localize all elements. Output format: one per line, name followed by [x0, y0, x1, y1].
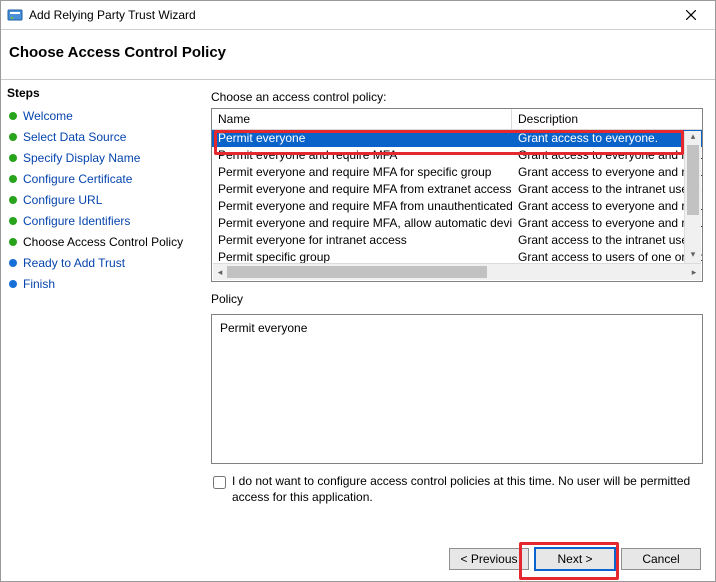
policy-row[interactable]: Permit everyone and require MFA from una…: [212, 198, 702, 215]
step-link[interactable]: Ready to Add Trust: [23, 256, 125, 271]
policy-listbox[interactable]: Name Description Permit everyone Grant a…: [211, 108, 703, 282]
step-configure-certificate[interactable]: Configure Certificate: [1, 169, 191, 190]
step-select-data-source[interactable]: Select Data Source: [1, 127, 191, 148]
step-specify-display-name[interactable]: Specify Display Name: [1, 148, 191, 169]
policy-row-desc: Grant access to everyone and requir: [512, 215, 702, 232]
wizard-footer: < Previous Next > Cancel: [1, 537, 715, 581]
policy-list-label: Choose an access control policy:: [211, 90, 703, 104]
policy-row-name: Permit everyone: [212, 130, 512, 147]
policy-row[interactable]: Permit everyone and require MFA Grant ac…: [212, 147, 702, 164]
policy-row-desc: Grant access to everyone and requir: [512, 198, 702, 215]
policy-row[interactable]: Permit everyone and require MFA, allow a…: [212, 215, 702, 232]
step-link[interactable]: Welcome: [23, 109, 73, 124]
main-panel: Choose an access control policy: Name De…: [191, 79, 715, 537]
step-welcome[interactable]: Welcome: [1, 106, 191, 127]
step-link[interactable]: Specify Display Name: [23, 151, 140, 166]
skip-policy-checkbox[interactable]: [213, 476, 226, 489]
policy-row-name: Permit everyone and require MFA from una…: [212, 198, 512, 215]
bullet-done-icon: [9, 154, 17, 162]
step-finish[interactable]: Finish: [1, 274, 191, 295]
scroll-thumb[interactable]: [687, 145, 699, 215]
step-link[interactable]: Finish: [23, 277, 55, 292]
policy-label: Policy: [211, 292, 703, 306]
scroll-down-icon[interactable]: ▾: [685, 249, 701, 263]
policy-row-name: Permit everyone and require MFA, allow a…: [212, 215, 512, 232]
vertical-scrollbar[interactable]: ▴ ▾: [684, 131, 701, 263]
step-link[interactable]: Configure Certificate: [23, 172, 132, 187]
bullet-done-icon: [9, 112, 17, 120]
skip-policy-label[interactable]: I do not want to configure access contro…: [232, 474, 703, 505]
bullet-done-icon: [9, 196, 17, 204]
horizontal-scrollbar[interactable]: ◂ ▸: [213, 263, 701, 280]
step-ready-to-add-trust[interactable]: Ready to Add Trust: [1, 253, 191, 274]
policy-detail-text: Permit everyone: [220, 321, 307, 335]
policy-row-name: Permit everyone and require MFA: [212, 147, 512, 164]
column-name-header[interactable]: Name: [212, 109, 512, 129]
column-description-header[interactable]: Description: [512, 109, 702, 129]
policy-row[interactable]: Permit everyone Grant access to everyone…: [212, 130, 702, 147]
step-link[interactable]: Configure Identifiers: [23, 214, 130, 229]
cancel-button[interactable]: Cancel: [621, 548, 701, 570]
policy-row[interactable]: Permit everyone and require MFA for spec…: [212, 164, 702, 181]
bullet-current-icon: [9, 238, 17, 246]
page-heading: Choose Access Control Policy: [1, 30, 715, 79]
list-header: Name Description: [212, 109, 702, 130]
step-link[interactable]: Configure URL: [23, 193, 102, 208]
bullet-done-icon: [9, 175, 17, 183]
titlebar: Add Relying Party Trust Wizard: [1, 1, 715, 30]
steps-title: Steps: [1, 84, 191, 106]
bullet-done-icon: [9, 133, 17, 141]
step-label: Choose Access Control Policy: [23, 235, 183, 250]
list-rows: Permit everyone Grant access to everyone…: [212, 130, 702, 281]
policy-row-name: Permit everyone for intranet access: [212, 232, 512, 249]
policy-row-desc: Grant access to the intranet users.: [512, 232, 702, 249]
step-configure-url[interactable]: Configure URL: [1, 190, 191, 211]
step-configure-identifiers[interactable]: Configure Identifiers: [1, 211, 191, 232]
skip-policy-row: I do not want to configure access contro…: [211, 474, 703, 505]
app-icon: [7, 7, 23, 23]
bullet-done-icon: [9, 217, 17, 225]
policy-row-name: Permit everyone and require MFA from ext…: [212, 181, 512, 198]
scroll-right-icon[interactable]: ▸: [687, 264, 701, 280]
bullet-pending-icon: [9, 259, 17, 267]
scroll-thumb[interactable]: [227, 266, 487, 278]
previous-button[interactable]: < Previous: [449, 548, 529, 570]
policy-row[interactable]: Permit everyone for intranet access Gran…: [212, 232, 702, 249]
wizard-window: Add Relying Party Trust Wizard Choose Ac…: [0, 0, 716, 582]
steps-sidebar: Steps Welcome Select Data Source Specify…: [1, 79, 191, 537]
policy-row-desc: Grant access to everyone.: [512, 130, 702, 147]
window-title: Add Relying Party Trust Wizard: [29, 8, 671, 22]
policy-row[interactable]: Permit everyone and require MFA from ext…: [212, 181, 702, 198]
policy-row-desc: Grant access to everyone and requir: [512, 164, 702, 181]
scroll-up-icon[interactable]: ▴: [685, 131, 701, 145]
policy-detail-box: Permit everyone: [211, 314, 703, 464]
step-choose-access-control-policy: Choose Access Control Policy: [1, 232, 191, 253]
close-button[interactable]: [671, 1, 711, 29]
close-icon: [686, 10, 696, 20]
policy-row-desc: Grant access to everyone and requir: [512, 147, 702, 164]
policy-row-name: Permit everyone and require MFA for spec…: [212, 164, 512, 181]
step-link[interactable]: Select Data Source: [23, 130, 126, 145]
next-button[interactable]: Next >: [535, 548, 615, 570]
bullet-pending-icon: [9, 280, 17, 288]
scroll-left-icon[interactable]: ◂: [213, 264, 227, 280]
policy-row-desc: Grant access to the intranet users an: [512, 181, 702, 198]
